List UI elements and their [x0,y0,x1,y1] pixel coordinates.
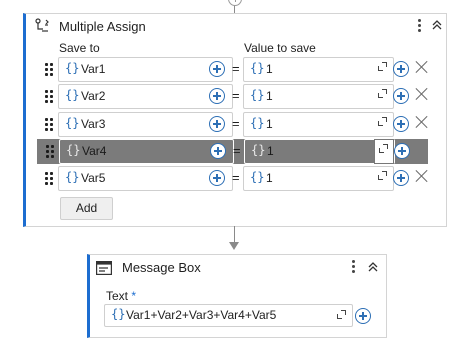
assignment-row[interactable]: {} Var3 ={} 1 [36,112,428,137]
message-box-title: Message Box [122,260,201,275]
add-variable-icon[interactable] [394,143,410,159]
delete-row-icon[interactable] [415,87,429,101]
collapse-icon[interactable] [368,262,378,272]
value-text: 1 [266,62,273,76]
add-variable-icon[interactable] [209,88,225,104]
value-text: 1 [266,171,273,185]
expand-editor-icon[interactable] [378,117,387,126]
value-field[interactable]: {} 1 [244,139,395,164]
multiple-assign-title: Multiple Assign [59,19,146,34]
add-variable-icon[interactable] [209,170,225,186]
value-text: 1 [267,144,274,158]
value-field[interactable]: {} 1 [243,166,394,191]
drag-handle-icon[interactable] [45,63,53,76]
save-to-value: Var2 [81,89,106,103]
drag-handle-icon[interactable] [45,90,53,103]
equals-sign: = [232,88,240,103]
message-text-field[interactable]: {} Var1+Var2+Var3+Var4+Var5 [104,304,353,327]
value-field[interactable]: {} 1 [243,57,394,82]
add-variable-icon[interactable] [209,116,225,132]
save-to-value: Var5 [81,171,106,185]
multiple-assign-header[interactable]: Multiple Assign [26,14,446,40]
expression-icon: {} [66,143,81,157]
save-to-field[interactable]: {} Var4 [59,139,234,164]
equals-sign: = [232,170,240,185]
message-box-header[interactable]: Message Box [90,255,386,281]
message-box-card[interactable]: Message Box Text * {} Var1+Var2+Var3+Var… [87,254,387,338]
add-variable-icon[interactable] [393,170,409,186]
expand-editor-icon[interactable] [379,144,388,153]
insert-activity-top-button[interactable] [228,0,242,6]
equals-sign: = [232,61,240,76]
value-text: 1 [266,89,273,103]
expression-icon: {} [251,143,266,157]
equals-sign: = [232,116,240,131]
collapse-icon[interactable] [432,20,442,30]
add-variable-icon[interactable] [393,88,409,104]
delete-row-icon[interactable] [415,60,429,74]
message-box-icon [96,261,112,275]
expand-editor-icon[interactable] [378,171,387,180]
expand-editor-icon[interactable] [378,62,387,71]
drag-handle-icon[interactable] [45,172,53,185]
save-to-field[interactable]: {} Var3 [58,112,233,137]
save-to-field[interactable]: {} Var2 [58,84,233,109]
expression-icon: {} [65,116,80,130]
expression-icon: {} [250,88,265,102]
expression-icon: {} [65,170,80,184]
add-variable-icon[interactable] [209,61,225,77]
multiple-assign-icon [35,18,49,32]
expression-icon: {} [250,116,265,130]
value-field[interactable]: {} 1 [243,84,394,109]
assignment-row[interactable]: {} Var2 ={} 1 [36,84,428,109]
expression-icon: {} [65,88,80,102]
expression-icon: {} [65,61,80,75]
expression-icon: {} [111,307,126,321]
drag-handle-icon[interactable] [45,118,53,131]
connector-arrow-icon [229,242,239,250]
assignment-row[interactable]: {} Var5 ={} 1 [36,166,428,191]
value-field[interactable]: {} 1 [243,112,394,137]
expression-icon: {} [250,61,265,75]
value-text: 1 [266,117,273,131]
equals-sign: = [233,143,241,158]
message-text-value: Var1+Var2+Var3+Var4+Var5 [126,308,277,322]
text-label-text: Text [106,289,129,303]
assignment-row[interactable]: {} Var1 ={} 1 [36,57,428,82]
save-to-label: Save to [59,41,100,55]
more-options-icon[interactable] [418,19,422,33]
more-options-icon[interactable] [352,260,356,274]
required-marker: * [131,289,137,303]
expand-editor-icon[interactable] [337,310,346,319]
add-variable-icon[interactable] [210,143,226,159]
save-to-value: Var4 [82,144,107,158]
expand-editor-icon[interactable] [378,89,387,98]
text-label: Text * [106,289,136,303]
save-to-value: Var1 [81,62,106,76]
save-to-value: Var3 [81,117,106,131]
add-variable-icon[interactable] [393,116,409,132]
save-to-field[interactable]: {} Var1 [58,57,233,82]
save-to-field[interactable]: {} Var5 [58,166,233,191]
add-assignment-button[interactable]: Add [60,197,113,220]
add-variable-icon[interactable] [393,61,409,77]
assignment-row[interactable]: {} Var4 ={} 1 [37,139,428,164]
value-to-save-label: Value to save [244,41,316,55]
expression-icon: {} [250,170,265,184]
drag-handle-icon[interactable] [46,145,54,158]
delete-row-icon[interactable] [415,115,429,129]
add-variable-icon[interactable] [355,308,371,324]
delete-row-icon[interactable] [415,169,429,183]
